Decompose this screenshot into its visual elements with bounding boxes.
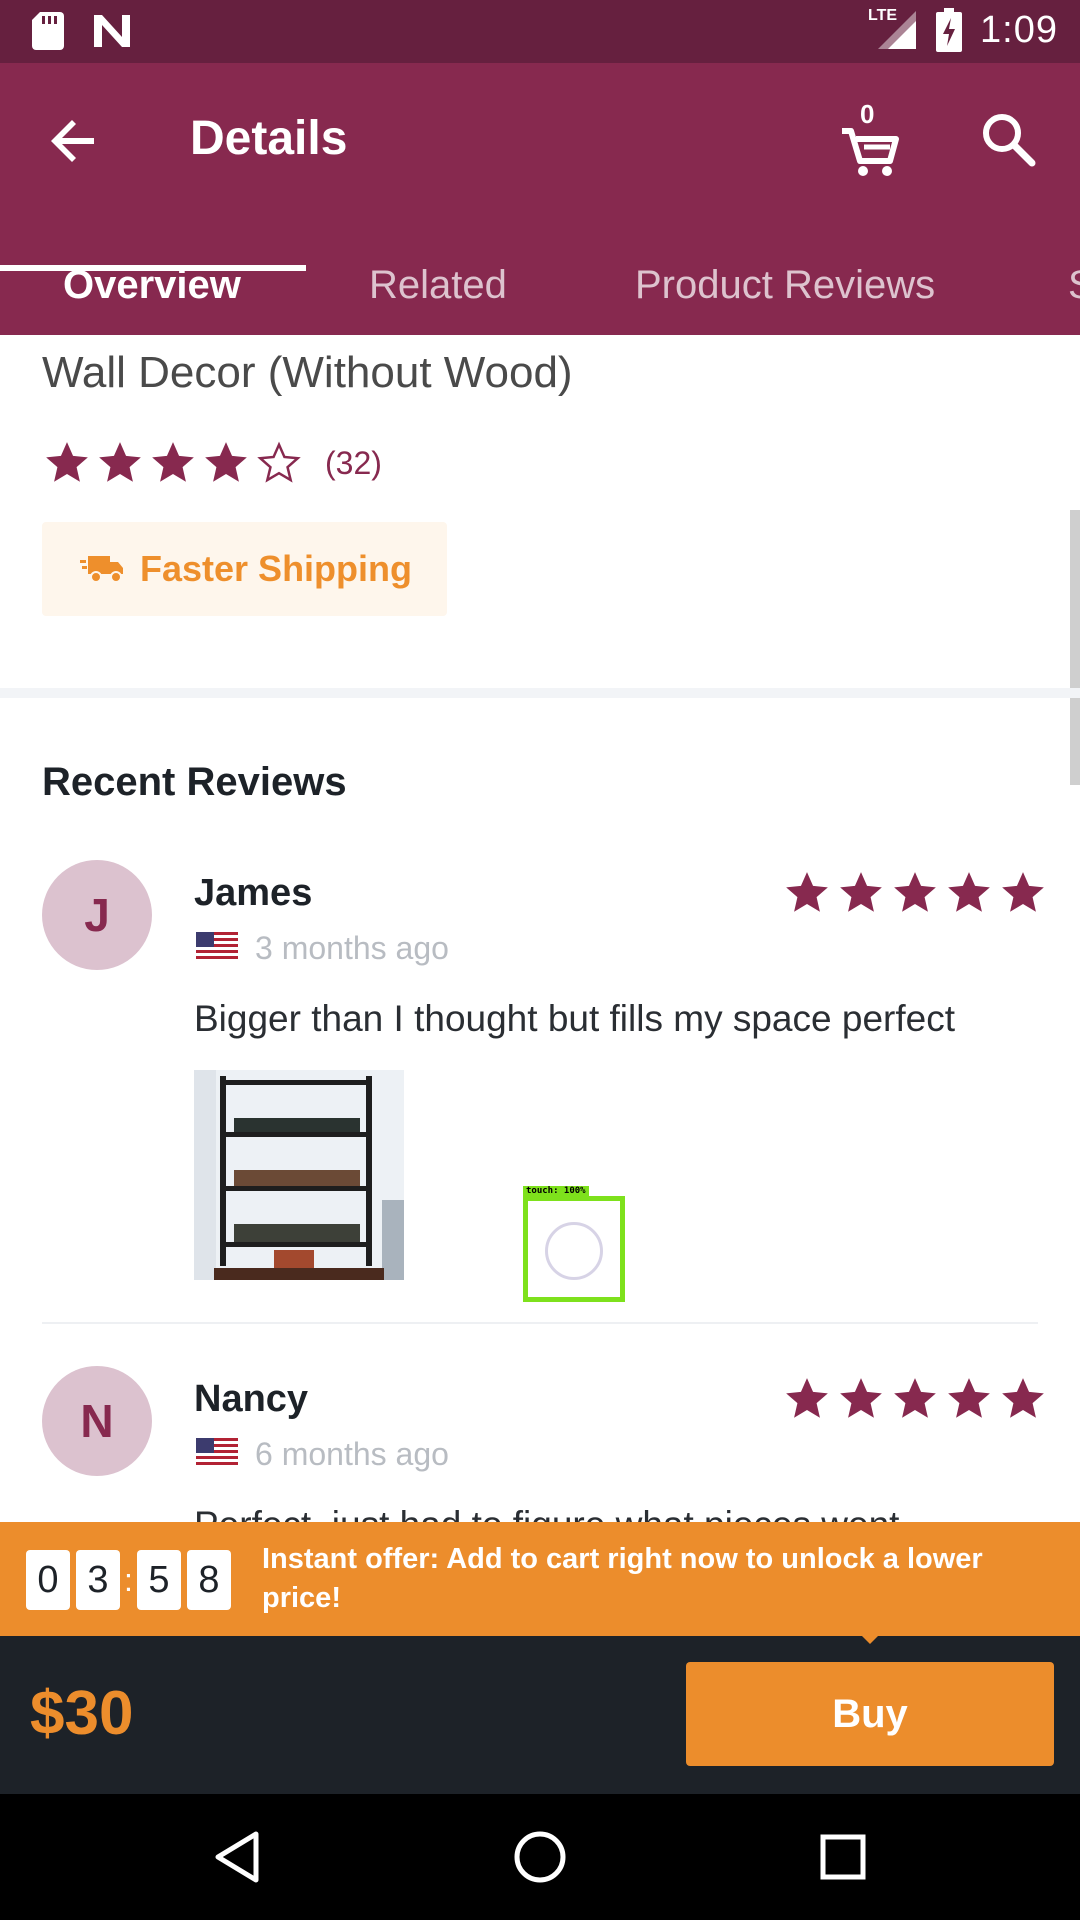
page-title: Details xyxy=(190,112,348,165)
star-empty-icon xyxy=(257,441,301,483)
cart-button[interactable]: 0 xyxy=(838,99,900,179)
review-date: 3 months ago xyxy=(255,930,449,966)
signal-icon: LTE xyxy=(868,7,918,51)
touch-debug-label: touch: 100% xyxy=(523,1186,589,1196)
faster-shipping-label: Faster Shipping xyxy=(140,548,413,589)
tab-product-reviews[interactable]: Product Reviews xyxy=(635,243,935,335)
network-type: LTE xyxy=(868,7,898,24)
rating-count: (32) xyxy=(325,444,382,481)
square-recents-icon xyxy=(820,1834,866,1880)
timer-digit: 0 xyxy=(26,1550,70,1610)
star-filled-icon xyxy=(152,442,194,482)
timer-digit: 8 xyxy=(186,1550,231,1610)
reviewer-name[interactable]: James xyxy=(194,872,312,915)
tab-more[interactable]: S xyxy=(1068,243,1080,335)
status-bar: LTE 1:09 xyxy=(0,0,1080,63)
nav-home-button[interactable] xyxy=(507,1824,573,1890)
search-button[interactable] xyxy=(978,109,1038,169)
star-filled-icon xyxy=(840,872,882,912)
offer-text: Instant offer: Add to cart right now to … xyxy=(262,1543,983,1614)
arrow-left-icon xyxy=(51,120,94,162)
reviewer-name[interactable]: Nancy xyxy=(194,1378,308,1421)
tab-overview[interactable]: Overview xyxy=(63,243,241,335)
n-logo-icon xyxy=(94,15,130,47)
tab-related[interactable]: Related xyxy=(369,243,507,335)
recent-reviews-heading: Recent Reviews xyxy=(42,760,347,804)
back-button[interactable] xyxy=(44,111,104,171)
price: $30 xyxy=(30,1679,134,1748)
star-filled-icon xyxy=(205,442,247,482)
star-filled-icon xyxy=(1002,1378,1044,1418)
purchase-bar: $30 Buy xyxy=(0,1636,1080,1794)
buy-button[interactable]: Buy xyxy=(686,1662,1054,1766)
touch-indicator xyxy=(545,1222,603,1280)
triangle-back-icon xyxy=(215,1831,259,1883)
star-filled-icon xyxy=(948,1378,990,1418)
star-filled-icon xyxy=(894,872,936,912)
review-divider xyxy=(42,1322,1038,1324)
tab-indicator xyxy=(0,265,306,271)
avatar[interactable]: N xyxy=(42,1366,152,1476)
star-filled-icon xyxy=(786,872,828,912)
nav-recents-button[interactable] xyxy=(810,1824,876,1890)
nav-back-button[interactable] xyxy=(206,1824,272,1890)
star-filled-icon xyxy=(99,442,141,482)
clock: 1:09 xyxy=(980,8,1058,51)
instant-offer-banner[interactable]: 0 3 : 5 8 Instant offer: Add to cart rig… xyxy=(0,1522,1080,1636)
review-rating xyxy=(782,1374,1048,1424)
star-filled-icon xyxy=(46,442,88,482)
banner-pointer xyxy=(856,1630,884,1644)
countdown-timer: 0 3 : 5 8 xyxy=(26,1550,237,1610)
review-date: 6 months ago xyxy=(255,1436,449,1472)
cart-count-badge: 0 xyxy=(860,99,875,129)
section-divider xyxy=(0,688,1080,698)
us-flag-icon xyxy=(196,1438,238,1468)
app-bar: Details 0 Overview Related Product Revie… xyxy=(0,63,1080,335)
scrollbar[interactable] xyxy=(1070,510,1080,785)
review-rating xyxy=(782,868,1048,918)
timer-digit: 3 xyxy=(76,1550,120,1610)
battery-charging-icon xyxy=(936,8,963,52)
system-nav-bar xyxy=(0,1794,1080,1920)
star-filled-icon xyxy=(948,872,990,912)
review-text: Bigger than I thought but fills my space… xyxy=(194,998,955,1039)
star-filled-icon xyxy=(1002,872,1044,912)
timer-digit: 5 xyxy=(136,1550,181,1610)
truck-icon xyxy=(80,556,123,583)
star-filled-icon xyxy=(894,1378,936,1418)
sd-card-icon xyxy=(32,12,64,50)
product-name: Wall Decor (Without Wood) xyxy=(42,348,573,397)
shelf-photo-image xyxy=(194,1070,404,1280)
timer-separator: : xyxy=(124,1561,133,1598)
faster-shipping-badge: Faster Shipping xyxy=(42,522,447,616)
star-filled-icon xyxy=(840,1378,882,1418)
tab-bar: Overview Related Product Reviews S xyxy=(0,243,1080,335)
us-flag-icon xyxy=(196,932,238,962)
circle-home-icon xyxy=(514,1831,566,1883)
star-filled-icon xyxy=(786,1378,828,1418)
product-rating: (32) xyxy=(42,438,382,488)
avatar[interactable]: J xyxy=(42,860,152,970)
search-icon xyxy=(983,114,1036,167)
review-photo[interactable] xyxy=(194,1070,404,1280)
